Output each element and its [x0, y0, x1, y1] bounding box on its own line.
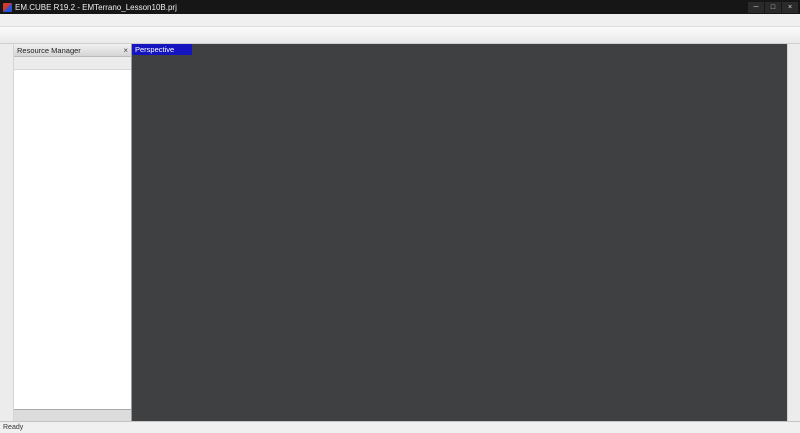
app-logo-icon — [3, 2, 12, 12]
panel-title: Resource Manager — [17, 45, 81, 55]
right-toolbar — [787, 44, 800, 421]
minimize-icon[interactable]: ─ — [748, 1, 764, 13]
statusbar: Ready — [0, 421, 800, 433]
panel-close-icon[interactable]: × — [123, 46, 128, 55]
panel-toolbar — [14, 57, 131, 70]
resource-tree — [14, 70, 131, 409]
close-icon[interactable]: × — [782, 1, 798, 13]
window-title: EM.CUBE R19.2 - EMTerrano_Lesson10B.prj — [15, 2, 177, 12]
viewport-3d[interactable]: Perspective — [132, 44, 787, 421]
main-area: Resource Manager × Perspective — [0, 44, 800, 421]
menubar — [0, 14, 800, 27]
titlebar: EM.CUBE R19.2 - EMTerrano_Lesson10B.prj … — [0, 0, 800, 14]
status-ready: Ready — [3, 424, 24, 431]
viewport-view-label: Perspective — [132, 44, 193, 55]
app-window: EM.CUBE R19.2 - EMTerrano_Lesson10B.prj … — [0, 0, 800, 433]
maximize-icon[interactable]: □ — [765, 1, 781, 13]
panel-header: Resource Manager × — [14, 44, 131, 57]
panel-tabs — [14, 409, 131, 421]
resource-manager-panel: Resource Manager × — [14, 44, 132, 421]
main-toolbar — [0, 27, 800, 44]
left-toolbar — [0, 44, 14, 421]
scene-canvas — [132, 44, 787, 421]
